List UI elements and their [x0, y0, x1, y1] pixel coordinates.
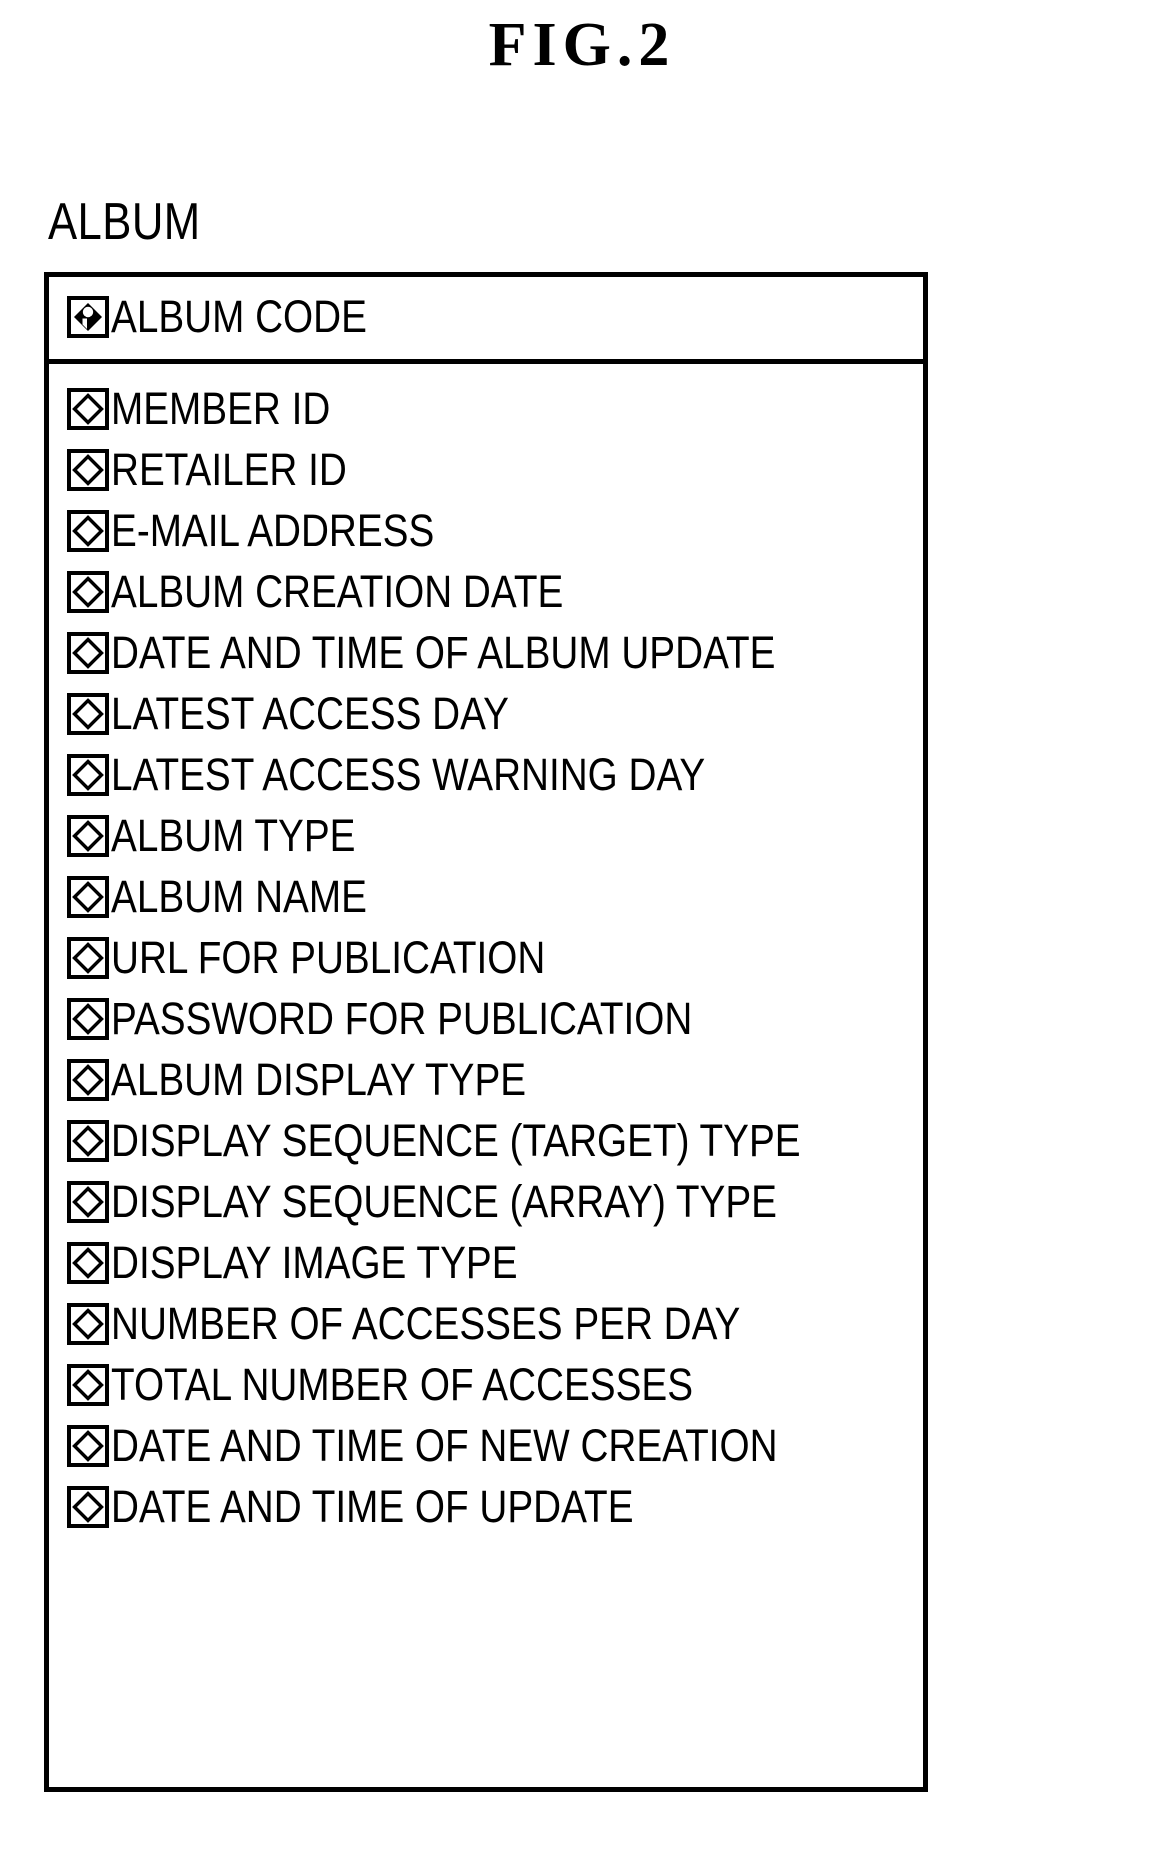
attribute-row: PASSWORD FOR PUBLICATION — [49, 988, 923, 1049]
attribute-label: DISPLAY SEQUENCE (ARRAY) TYPE — [111, 1176, 777, 1227]
attribute-row: LATEST ACCESS DAY — [49, 683, 923, 744]
album-entity-box: ALBUM CODE MEMBER ID RETAILER ID E-MAIL … — [44, 272, 928, 1792]
attribute-row: TOTAL NUMBER OF ACCESSES — [49, 1354, 923, 1415]
attribute-diamond-icon — [67, 1241, 109, 1284]
attribute-row: RETAILER ID — [49, 439, 923, 500]
attribute-diamond-icon — [67, 997, 109, 1040]
attribute-row: DATE AND TIME OF ALBUM UPDATE — [49, 622, 923, 683]
primary-key-icon — [67, 295, 109, 338]
attribute-row: ALBUM CREATION DATE — [49, 561, 923, 622]
attribute-diamond-icon — [67, 1424, 109, 1467]
attributes-section: MEMBER ID RETAILER ID E-MAIL ADDRESS ALB… — [49, 364, 923, 1547]
attribute-row: URL FOR PUBLICATION — [49, 927, 923, 988]
attribute-row: MEMBER ID — [49, 378, 923, 439]
attribute-row: NUMBER OF ACCESSES PER DAY — [49, 1293, 923, 1354]
attribute-diamond-icon — [67, 1363, 109, 1406]
attribute-label: E-MAIL ADDRESS — [111, 505, 435, 556]
attribute-label: DATE AND TIME OF ALBUM UPDATE — [111, 627, 776, 678]
entity-name-label: ALBUM — [48, 193, 201, 251]
attribute-diamond-icon — [67, 753, 109, 796]
attribute-label: ALBUM DISPLAY TYPE — [111, 1054, 527, 1105]
attribute-row: ALBUM NAME — [49, 866, 923, 927]
attribute-row: DISPLAY SEQUENCE (ARRAY) TYPE — [49, 1171, 923, 1232]
figure-title: FIG.2 — [488, 11, 676, 79]
primary-key-label: ALBUM CODE — [111, 291, 367, 342]
attribute-diamond-icon — [67, 448, 109, 491]
attribute-row: ALBUM DISPLAY TYPE — [49, 1049, 923, 1110]
attribute-label: DATE AND TIME OF NEW CREATION — [111, 1420, 778, 1471]
attribute-label: URL FOR PUBLICATION — [111, 932, 546, 983]
attribute-label: PASSWORD FOR PUBLICATION — [111, 993, 693, 1044]
attribute-diamond-icon — [67, 1058, 109, 1101]
attribute-label: NUMBER OF ACCESSES PER DAY — [111, 1298, 741, 1349]
attribute-row: DATE AND TIME OF UPDATE — [49, 1476, 923, 1537]
attribute-label: DISPLAY IMAGE TYPE — [111, 1237, 518, 1288]
primary-key-section: ALBUM CODE — [49, 277, 923, 364]
attribute-label: DATE AND TIME OF UPDATE — [111, 1481, 634, 1532]
attribute-diamond-icon — [67, 631, 109, 674]
attribute-row: ALBUM TYPE — [49, 805, 923, 866]
attribute-label: RETAILER ID — [111, 444, 347, 495]
attribute-diamond-icon — [67, 1180, 109, 1223]
attribute-row: DISPLAY SEQUENCE (TARGET) TYPE — [49, 1110, 923, 1171]
attribute-label: TOTAL NUMBER OF ACCESSES — [111, 1359, 694, 1410]
attribute-label: DISPLAY SEQUENCE (TARGET) TYPE — [111, 1115, 801, 1166]
attribute-label: MEMBER ID — [111, 383, 331, 434]
attribute-diamond-icon — [67, 936, 109, 979]
attribute-diamond-icon — [67, 509, 109, 552]
attribute-label: ALBUM TYPE — [111, 810, 356, 861]
primary-key-row: ALBUM CODE — [49, 286, 923, 347]
attribute-diamond-icon — [67, 692, 109, 735]
attribute-diamond-icon — [67, 1485, 109, 1528]
attribute-diamond-icon — [67, 875, 109, 918]
attribute-diamond-icon — [67, 1119, 109, 1162]
attribute-label: LATEST ACCESS DAY — [111, 688, 509, 739]
attribute-label: LATEST ACCESS WARNING DAY — [111, 749, 706, 800]
attribute-label: ALBUM NAME — [111, 871, 367, 922]
attribute-diamond-icon — [67, 814, 109, 857]
attribute-row: DATE AND TIME OF NEW CREATION — [49, 1415, 923, 1476]
attribute-diamond-icon — [67, 1302, 109, 1345]
attribute-row: E-MAIL ADDRESS — [49, 500, 923, 561]
attribute-row: LATEST ACCESS WARNING DAY — [49, 744, 923, 805]
attribute-label: ALBUM CREATION DATE — [111, 566, 564, 617]
attribute-diamond-icon — [67, 570, 109, 613]
attribute-diamond-icon — [67, 387, 109, 430]
attribute-row: DISPLAY IMAGE TYPE — [49, 1232, 923, 1293]
